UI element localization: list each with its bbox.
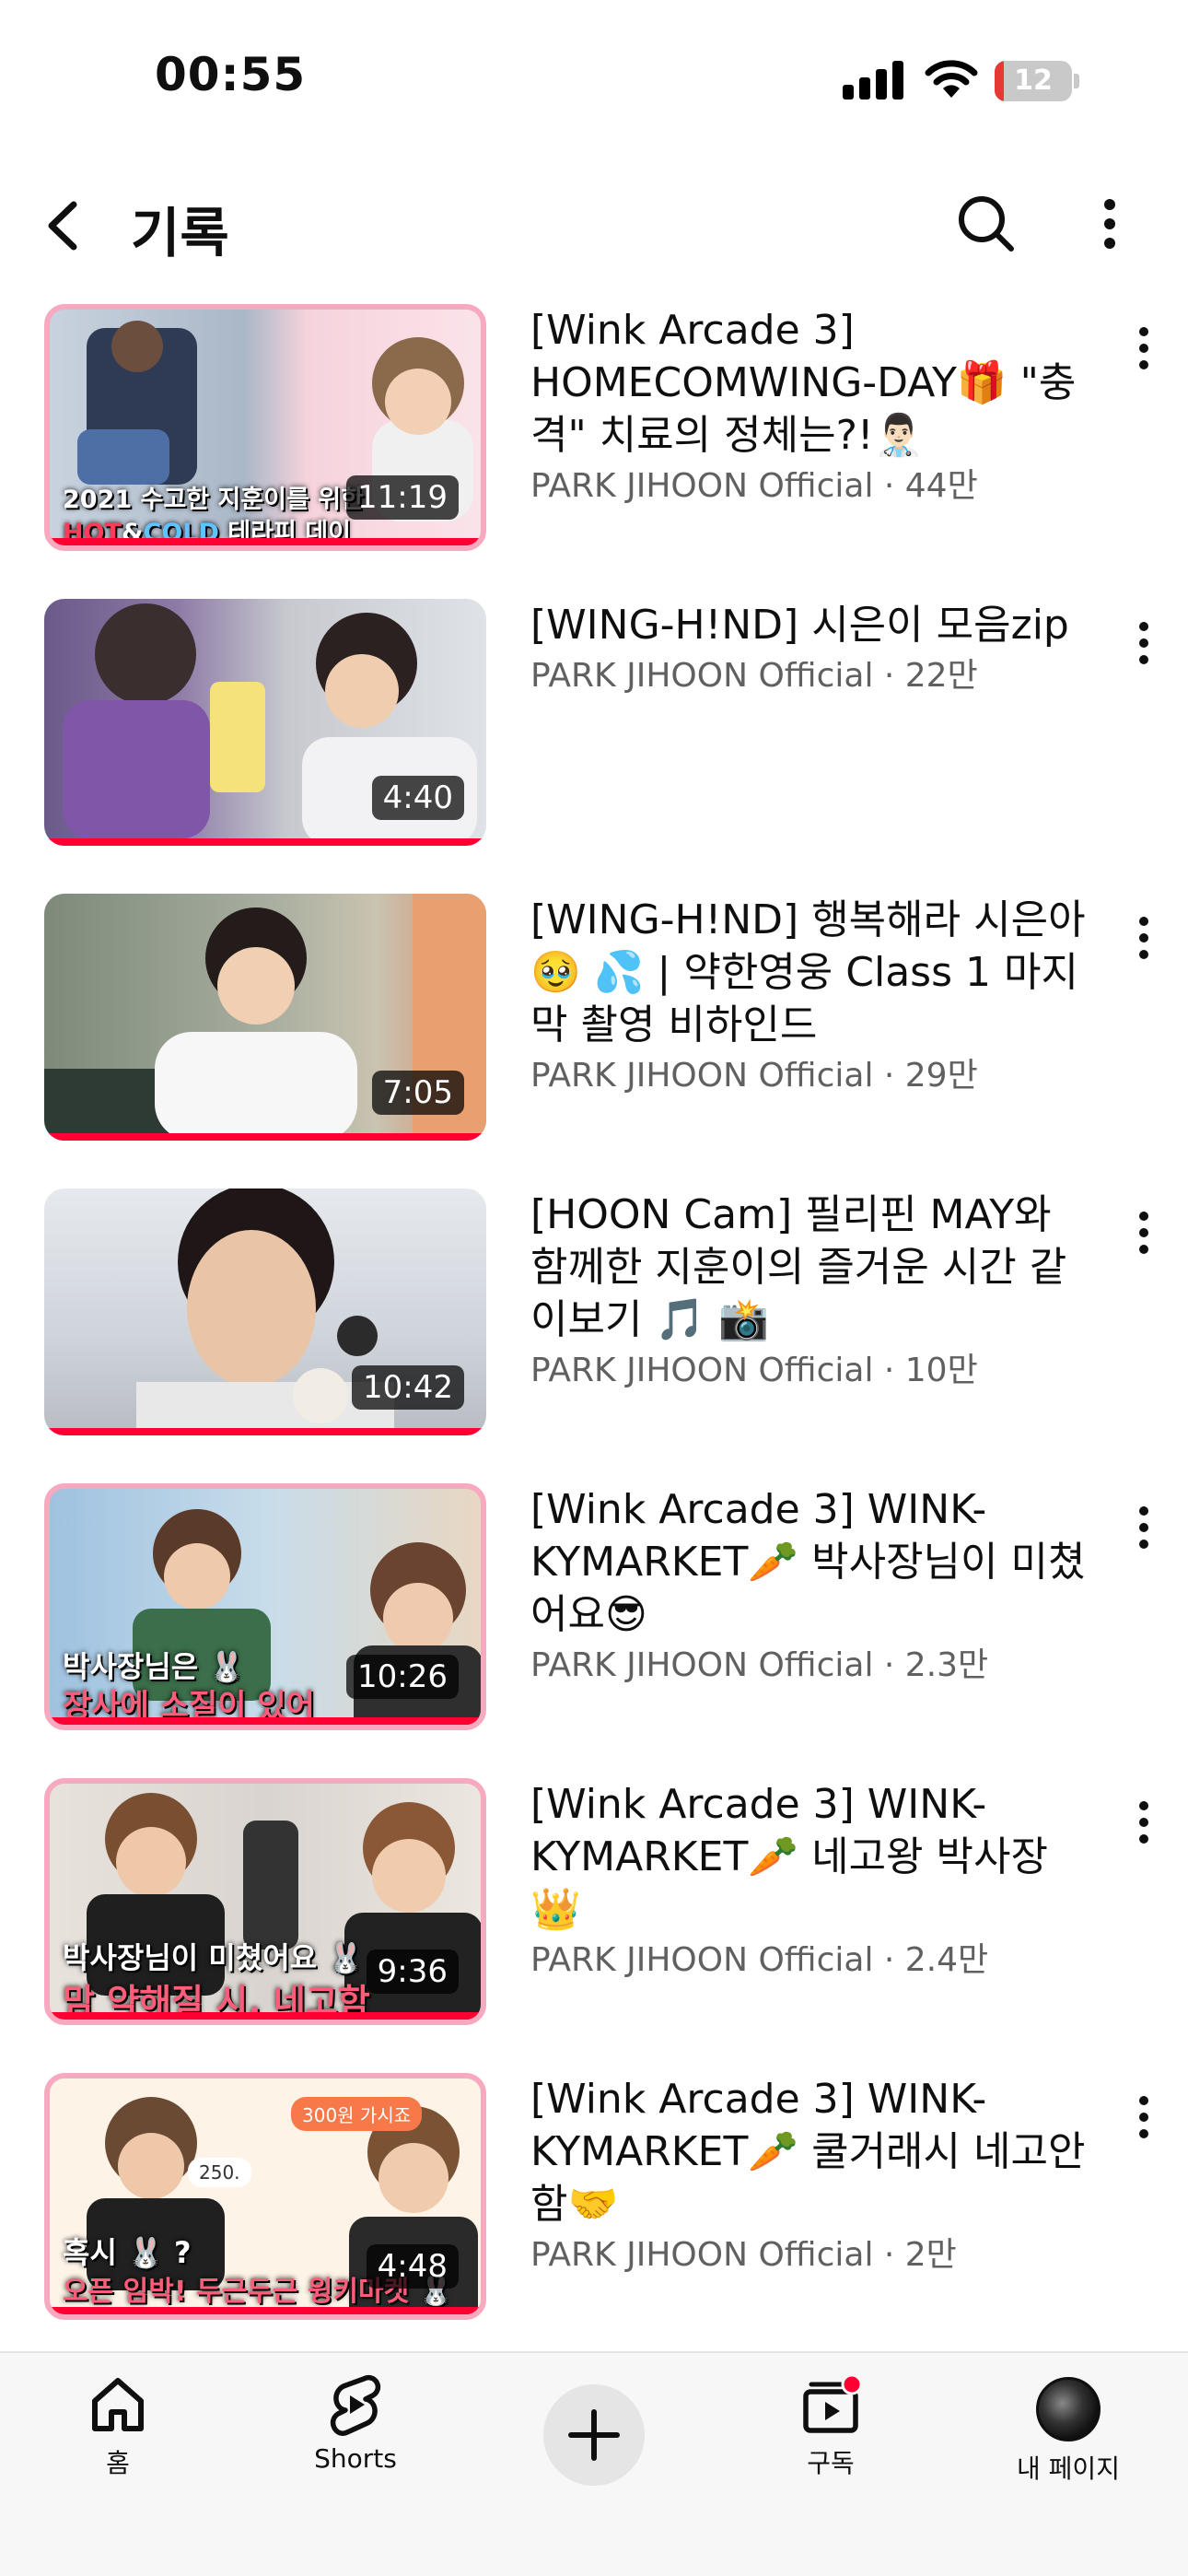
subscriptions-icon bbox=[803, 2373, 863, 2433]
video-title[interactable]: [Wink Arcade 3] WINK-KYMARKET🥕 박사장님이 미쳤어… bbox=[530, 1483, 1092, 1641]
video-channel-views: PARK JIHOON Official · 2만 bbox=[530, 2236, 957, 2274]
app-header: 기록 bbox=[0, 175, 1188, 276]
video-duration: 4:48 bbox=[366, 2244, 459, 2289]
video-title[interactable]: [WING-H!ND] 시은이 모음zip bbox=[530, 599, 1092, 651]
more-vert-icon[interactable] bbox=[1087, 192, 1133, 256]
video-meta[interactable]: [Wink Arcade 3] WINK-KYMARKET🥕 쿨거래시 네고안함… bbox=[530, 2073, 1092, 2278]
video-meta[interactable]: [Wink Arcade 3] HOMECOMWING-DAY🎁 "충격" 치료… bbox=[530, 304, 1092, 509]
nav-shorts[interactable]: Shorts bbox=[263, 2371, 448, 2510]
bottom-navigation: 홈 Shorts 구독 내 페이지 bbox=[0, 2351, 1188, 2576]
video-channel-views: PARK JIHOON Official · 10만 bbox=[530, 1352, 978, 1389]
video-thumbnail[interactable]: 2021 수고한 지훈이를 위한 HOT&COLD 테라피 데이 11:19 bbox=[44, 304, 486, 551]
nav-home-label: 홈 bbox=[106, 2448, 130, 2478]
video-thumbnail[interactable]: 박사장님이 미쳤어요 🐰 맘 약해질 시, 네고함 9:36 bbox=[44, 1778, 486, 2025]
video-list-item[interactable]: 7:05 [WING-H!ND] 행복해라 시은아🥹 💦 | 약한영웅 Clas… bbox=[0, 894, 1188, 1142]
video-duration: 10:26 bbox=[346, 1655, 459, 1699]
nav-my-page-label: 내 페이지 bbox=[1017, 2453, 1120, 2484]
video-thumbnail[interactable]: 10:42 bbox=[44, 1188, 486, 1435]
search-icon[interactable] bbox=[954, 192, 1019, 256]
video-title[interactable]: [HOON Cam] 필리핀 MAY와 함께한 지훈이의 즐거운 시간 같이보기… bbox=[530, 1188, 1092, 1346]
video-title[interactable]: [Wink Arcade 3] WINK-KYMARKET🥕 쿨거래시 네고안함… bbox=[530, 2073, 1092, 2231]
video-thumbnail[interactable]: 4:40 bbox=[44, 599, 486, 846]
chat-bubble: 300원 가시죠 bbox=[291, 2097, 423, 2131]
watch-progress-bar bbox=[44, 838, 486, 846]
status-bar: 00:55 12 bbox=[0, 0, 1188, 157]
nav-subscriptions-label: 구독 bbox=[807, 2448, 855, 2478]
nav-my-page[interactable]: 내 페이지 bbox=[976, 2371, 1160, 2510]
video-meta[interactable]: [WING-H!ND] 시은이 모음zip PARK JIHOON Offici… bbox=[530, 599, 1092, 699]
video-thumbnail[interactable]: 300원 가시죠 250. 혹시 🐰 ? 오픈 임박! 두근두근 윙키마켓 🐰 … bbox=[44, 2073, 486, 2320]
nav-home[interactable]: 홈 bbox=[26, 2371, 210, 2510]
video-list-item[interactable]: 10:42 [HOON Cam] 필리핀 MAY와 함께한 지훈이의 즐거운 시… bbox=[0, 1188, 1188, 1437]
video-channel-views: PARK JIHOON Official · 29만 bbox=[530, 1057, 978, 1095]
video-channel-views: PARK JIHOON Official · 22만 bbox=[530, 657, 978, 695]
more-vert-icon[interactable] bbox=[1125, 615, 1162, 671]
avatar bbox=[1036, 2377, 1101, 2441]
video-duration: 10:42 bbox=[352, 1365, 464, 1410]
video-title[interactable]: [Wink Arcade 3] WINK-KYMARKET🥕 네고왕 박사장 👑 bbox=[530, 1778, 1092, 1936]
shorts-icon bbox=[330, 2374, 381, 2436]
watch-progress-bar bbox=[50, 1717, 481, 1725]
battery-indicator: 12 bbox=[995, 61, 1079, 101]
video-list-item[interactable]: 박사장님은 🐰 장사에 소질이 있어 10:26 [Wink Arcade 3]… bbox=[0, 1483, 1188, 1732]
more-vert-icon[interactable] bbox=[1125, 1795, 1162, 1850]
back-arrow-icon[interactable] bbox=[37, 193, 92, 258]
nav-subscriptions[interactable]: 구독 bbox=[739, 2371, 923, 2510]
watch-progress-bar bbox=[44, 1133, 486, 1141]
video-title[interactable]: [WING-H!ND] 행복해라 시은아🥹 💦 | 약한영웅 Class 1 마… bbox=[530, 894, 1092, 1051]
video-duration: 7:05 bbox=[371, 1071, 464, 1115]
more-vert-icon[interactable] bbox=[1125, 1205, 1162, 1260]
create-button[interactable] bbox=[543, 2384, 645, 2486]
watch-progress-bar bbox=[44, 1428, 486, 1435]
video-channel-views: PARK JIHOON Official · 2.4만 bbox=[530, 1941, 989, 1979]
status-time: 00:55 bbox=[155, 48, 307, 101]
video-meta[interactable]: [Wink Arcade 3] WINK-KYMARKET🥕 네고왕 박사장 👑… bbox=[530, 1778, 1092, 1984]
thumbnail-caption: 2021 수고한 지훈이를 위한 bbox=[63, 486, 364, 514]
video-meta[interactable]: [Wink Arcade 3] WINK-KYMARKET🥕 박사장님이 미쳤어… bbox=[530, 1483, 1092, 1689]
thumbnail-caption: 혹시 🐰 ? bbox=[63, 2235, 192, 2270]
video-duration: 11:19 bbox=[346, 475, 459, 520]
watch-progress-bar bbox=[50, 538, 481, 545]
video-channel-views: PARK JIHOON Official · 44만 bbox=[530, 467, 978, 505]
video-channel-views: PARK JIHOON Official · 2.3만 bbox=[530, 1646, 989, 1684]
video-thumbnail[interactable]: 박사장님은 🐰 장사에 소질이 있어 10:26 bbox=[44, 1483, 486, 1730]
video-list-item[interactable]: 박사장님이 미쳤어요 🐰 맘 약해질 시, 네고함 9:36 [Wink Arc… bbox=[0, 1778, 1188, 2027]
more-vert-icon[interactable] bbox=[1125, 910, 1162, 966]
watch-progress-bar bbox=[50, 2307, 481, 2314]
more-vert-icon[interactable] bbox=[1125, 321, 1162, 376]
battery-percent: 12 bbox=[1014, 64, 1053, 97]
video-list-item[interactable]: 2021 수고한 지훈이를 위한 HOT&COLD 테라피 데이 11:19 [… bbox=[0, 304, 1188, 553]
page-title: 기록 bbox=[131, 202, 229, 264]
video-meta[interactable]: [WING-H!ND] 행복해라 시은아🥹 💦 | 약한영웅 Class 1 마… bbox=[530, 894, 1092, 1099]
watch-progress-bar bbox=[50, 2012, 481, 2020]
video-duration: 4:40 bbox=[371, 776, 464, 820]
nav-shorts-label: Shorts bbox=[314, 2443, 397, 2474]
video-list-item[interactable]: 4:40 [WING-H!ND] 시은이 모음zip PARK JIHOON O… bbox=[0, 599, 1188, 848]
video-thumbnail[interactable]: 7:05 bbox=[44, 894, 486, 1141]
more-vert-icon[interactable] bbox=[1125, 2090, 1162, 2145]
thumbnail-caption: 박사장님이 미쳤어요 🐰 bbox=[63, 1940, 365, 1975]
cellular-signal-icon bbox=[843, 61, 903, 100]
more-vert-icon[interactable] bbox=[1125, 1500, 1162, 1555]
video-meta[interactable]: [HOON Cam] 필리핀 MAY와 함께한 지훈이의 즐거운 시간 같이보기… bbox=[530, 1188, 1092, 1394]
wifi-icon bbox=[925, 60, 978, 98]
home-icon bbox=[92, 2378, 144, 2431]
video-duration: 9:36 bbox=[366, 1950, 459, 1994]
chat-bubble: 250. bbox=[188, 2158, 251, 2187]
video-title[interactable]: [Wink Arcade 3] HOMECOMWING-DAY🎁 "충격" 치료… bbox=[530, 304, 1092, 462]
plus-icon bbox=[568, 2409, 620, 2461]
video-list-item[interactable]: 300원 가시죠 250. 혹시 🐰 ? 오픈 임박! 두근두근 윙키마켓 🐰 … bbox=[0, 2073, 1188, 2322]
